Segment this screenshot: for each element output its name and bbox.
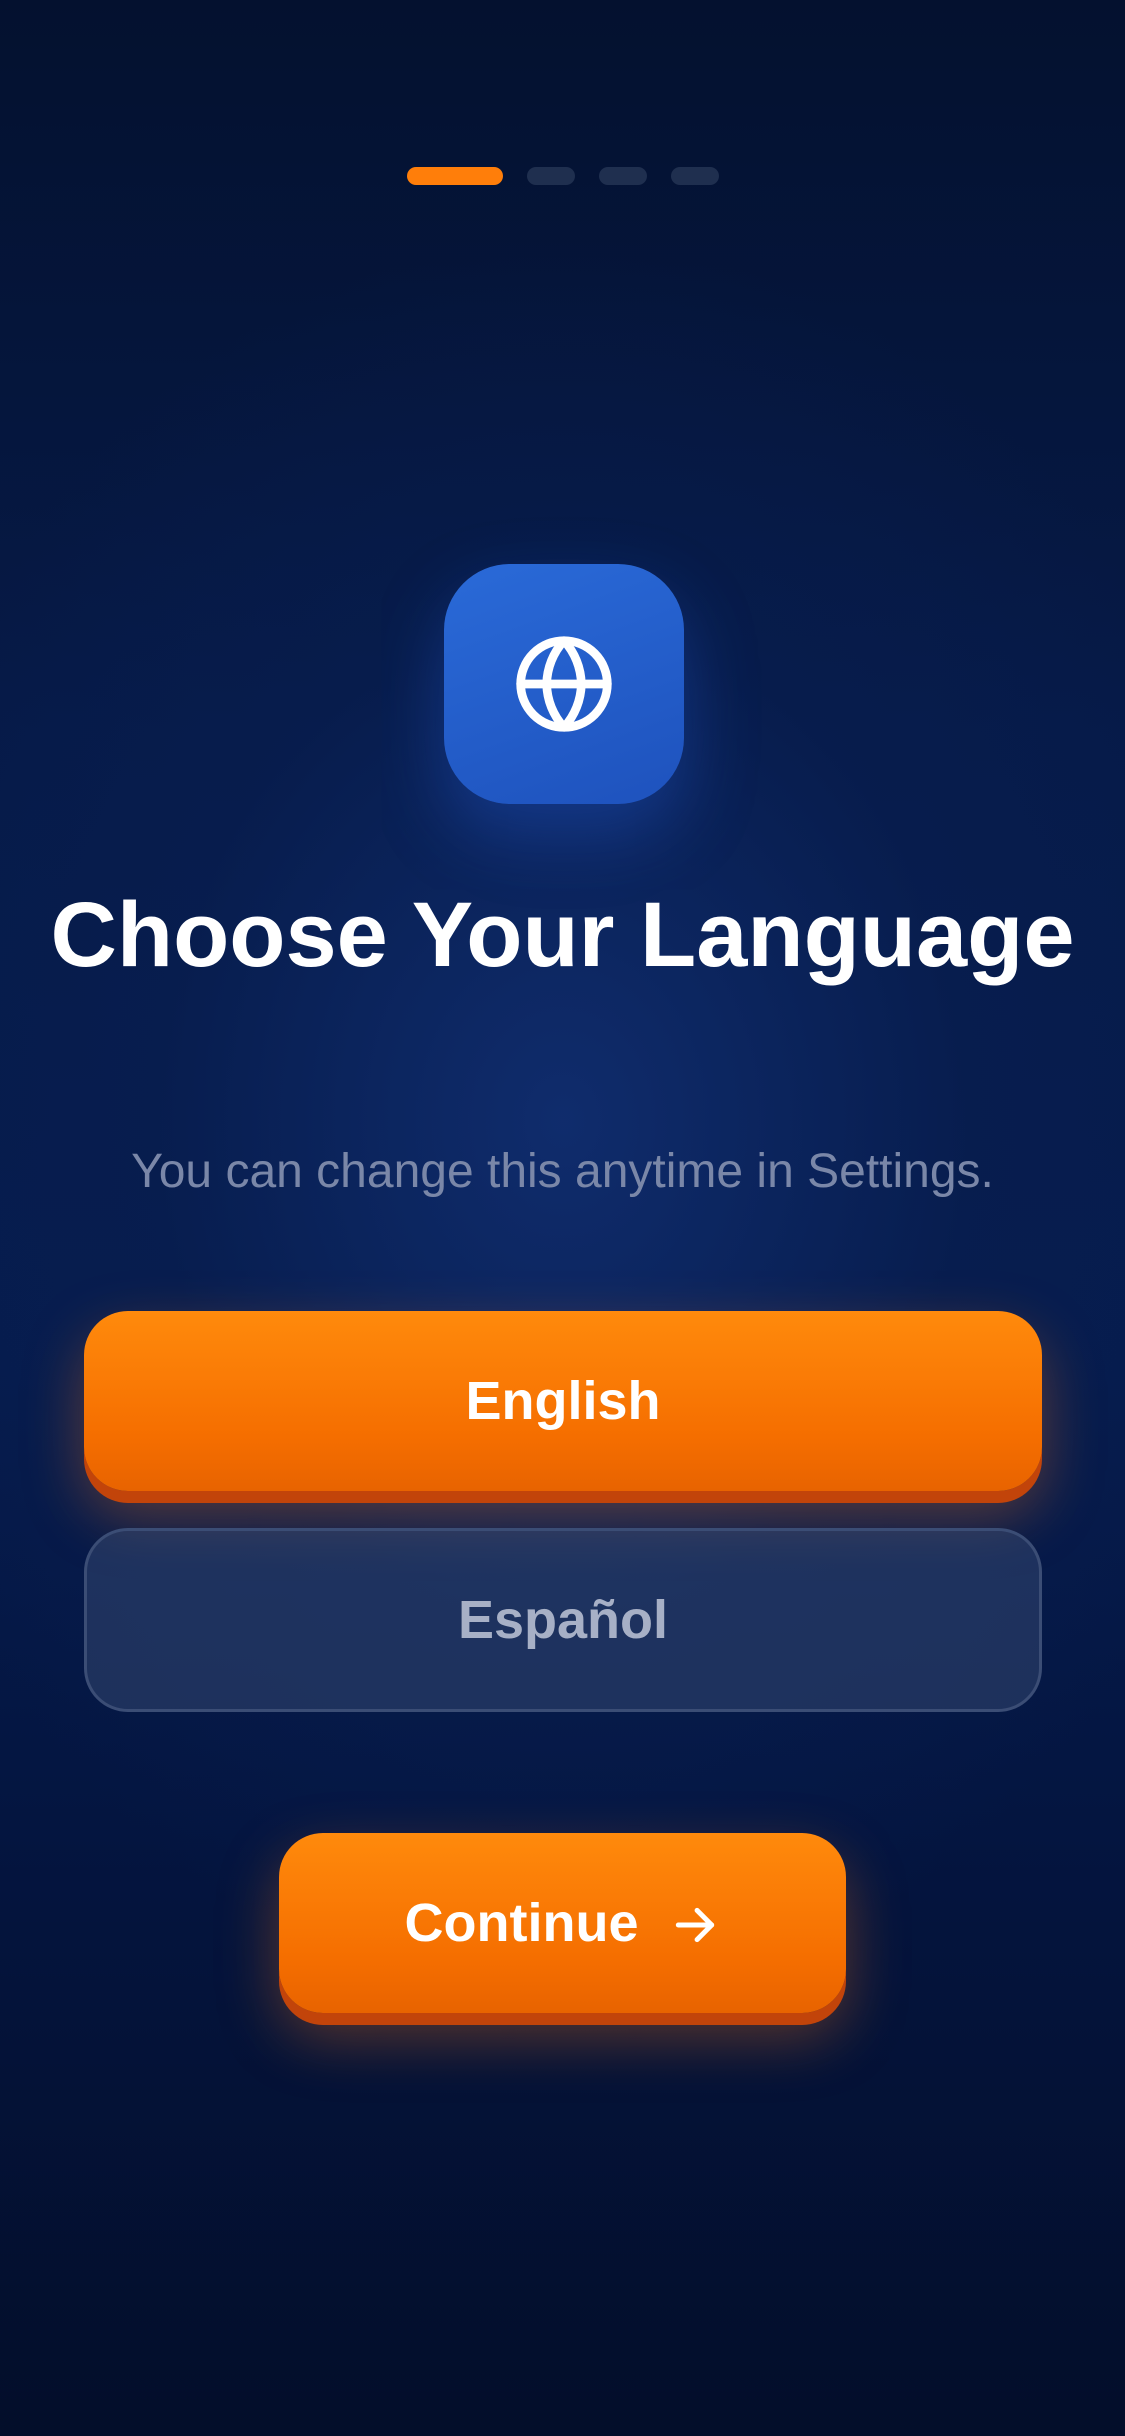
progress-step-2 <box>526 167 575 185</box>
language-option-label: Español <box>457 1590 669 1650</box>
onboarding-progress <box>0 167 1125 185</box>
language-option-label: English <box>465 1371 661 1431</box>
continue-button[interactable]: Continue <box>279 1833 846 2013</box>
progress-step-3 <box>598 167 647 185</box>
page-title-text: Choose Your Language <box>50 884 1075 986</box>
progress-step-1 <box>406 167 503 185</box>
arrow-right-icon <box>676 1907 715 1943</box>
progress-step-4 <box>670 167 719 185</box>
language-icon-tile <box>444 564 684 804</box>
language-option-english[interactable]: English <box>84 1311 1042 1491</box>
globe-icon <box>516 636 612 732</box>
page-subtitle: You can change this anytime in Settings. <box>131 1145 994 1198</box>
page-title: Choose Your Language <box>0 880 1125 990</box>
continue-label: Continue <box>404 1893 639 1953</box>
language-option-spanish[interactable]: Español <box>84 1528 1042 1712</box>
language-onboarding-screen: Choose Your Language You can change this… <box>0 0 1125 2436</box>
